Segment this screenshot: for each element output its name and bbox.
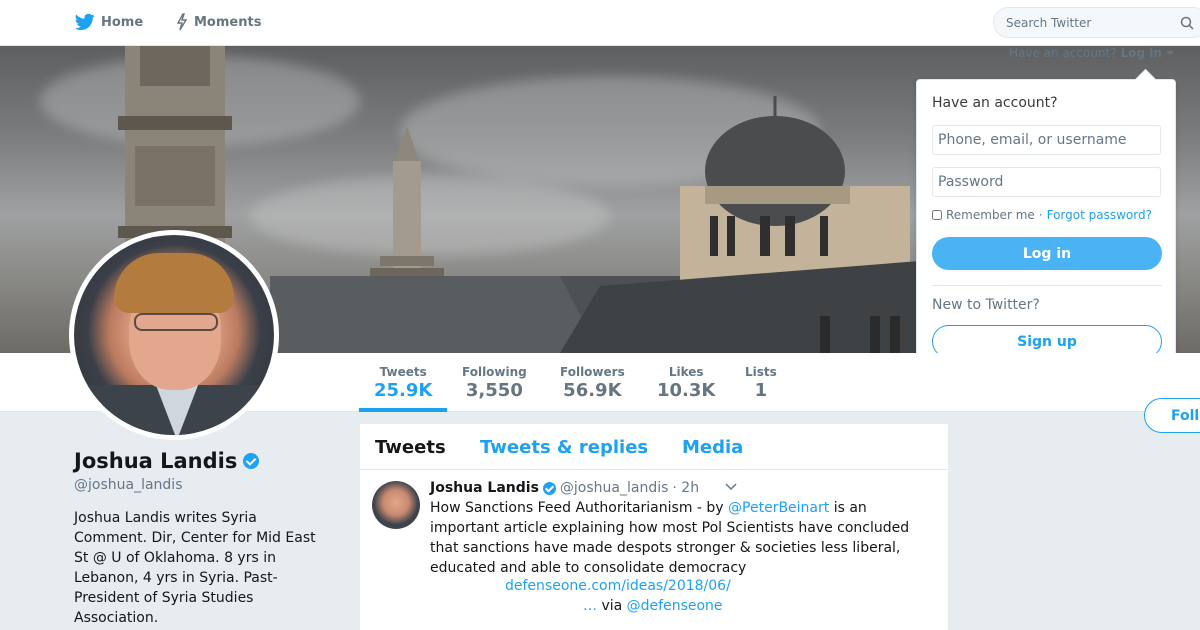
account-bar: Have an account? Log in [1009,46,1174,60]
nav-home-label: Home [101,14,144,30]
login-dropdown-toggle[interactable]: Log in [1121,46,1162,60]
stat-value: 3,550 [465,380,523,401]
tweet-avatar[interactable] [372,481,420,529]
follow-button[interactable]: Foll [1144,398,1200,433]
forgot-password-link[interactable]: Forgot password? [1047,208,1152,222]
stat-label: Following [462,365,527,379]
search-placeholder: Search Twitter [1006,15,1092,30]
tweet-author-name[interactable]: Joshua Landis [430,480,539,496]
search-input[interactable]: Search Twitter [993,7,1200,38]
remember-me-checkbox[interactable] [932,210,942,220]
timeline-tabs: Tweets Tweets & replies Media [360,424,948,470]
stat-tweets[interactable]: Tweets 25.9K [374,365,432,401]
username-field[interactable] [932,125,1161,155]
verified-badge-icon [243,453,260,469]
new-to-twitter-label: New to Twitter? [932,297,1040,313]
twitter-bird-icon [75,13,95,31]
stat-following[interactable]: Following 3,550 [462,365,527,401]
stat-value: 10.3K [657,380,716,401]
nav-moments[interactable]: Moments [176,13,261,31]
timeline: Tweets Tweets & replies Media Joshua Lan… [360,424,948,630]
tweet-header: Joshua Landis @joshua_landis · 2h [430,480,699,496]
tweet-via-mention[interactable]: @defenseone [627,598,723,614]
tweet-timestamp[interactable]: · 2h [672,480,699,496]
active-stat-underline [359,408,447,412]
profile-handle[interactable]: @joshua_landis [74,477,183,493]
stat-label: Tweets [379,365,427,379]
profile-bio: Joshua Landis writes Syria Comment. Dir,… [74,510,316,626]
stat-label: Lists [745,365,777,379]
account-prompt: Have an account? [1009,46,1117,60]
stat-followers[interactable]: Followers 56.9K [560,365,625,401]
search-icon[interactable] [1180,16,1194,30]
stat-likes[interactable]: Likes 10.3K [657,365,715,401]
profile-name: Joshua Landis [74,449,260,473]
stat-label: Followers [560,365,625,379]
profile-avatar[interactable] [69,230,279,440]
tweet-text-before: How Sanctions Feed Authoritarianism - by [430,500,729,516]
tab-tweets-replies[interactable]: Tweets & replies [480,437,648,458]
tab-tweets[interactable]: Tweets [375,437,446,458]
remember-me-label[interactable]: Remember me [946,208,1035,222]
tweet-url-ellipsis[interactable]: … [583,598,597,614]
verified-badge-icon [542,481,556,495]
dropdown-divider [932,285,1162,286]
stat-value: 1 [754,380,768,401]
login-button[interactable]: Log in [932,237,1162,270]
separator-dot: · [1038,208,1043,222]
nav-home[interactable]: Home [75,13,143,31]
profile-name-text: Joshua Landis [74,449,238,473]
remember-row: Remember me · Forgot password? [932,208,1152,222]
chevron-down-icon[interactable] [724,482,738,492]
tweet-mention-link[interactable]: @PeterBeinart [728,500,829,516]
login-dropdown: Have an account? Remember me · Forgot pa… [916,79,1176,378]
tab-media[interactable]: Media [682,437,743,458]
tweet-via-text: via [597,598,627,614]
login-title: Have an account? [932,95,1058,111]
nav-moments-label: Moments [194,14,262,30]
password-field[interactable] [932,167,1161,197]
top-nav: Home Moments Search Twitter [0,0,1200,46]
caret-down-icon[interactable] [1165,50,1174,56]
tweet-via-line: … via @defenseone [583,598,723,614]
stat-value: 56.9K [563,380,622,401]
stat-value: 25.9K [374,380,433,401]
tweet-text: How Sanctions Feed Authoritarianism - by… [430,498,920,578]
tweet-author-handle[interactable]: @joshua_landis [560,480,669,496]
lightning-icon [176,13,188,31]
stat-label: Likes [668,365,704,379]
tweet-url-link[interactable]: defenseone.com/ideas/2018/06/ [505,578,731,594]
stat-lists[interactable]: Lists 1 [745,365,777,401]
